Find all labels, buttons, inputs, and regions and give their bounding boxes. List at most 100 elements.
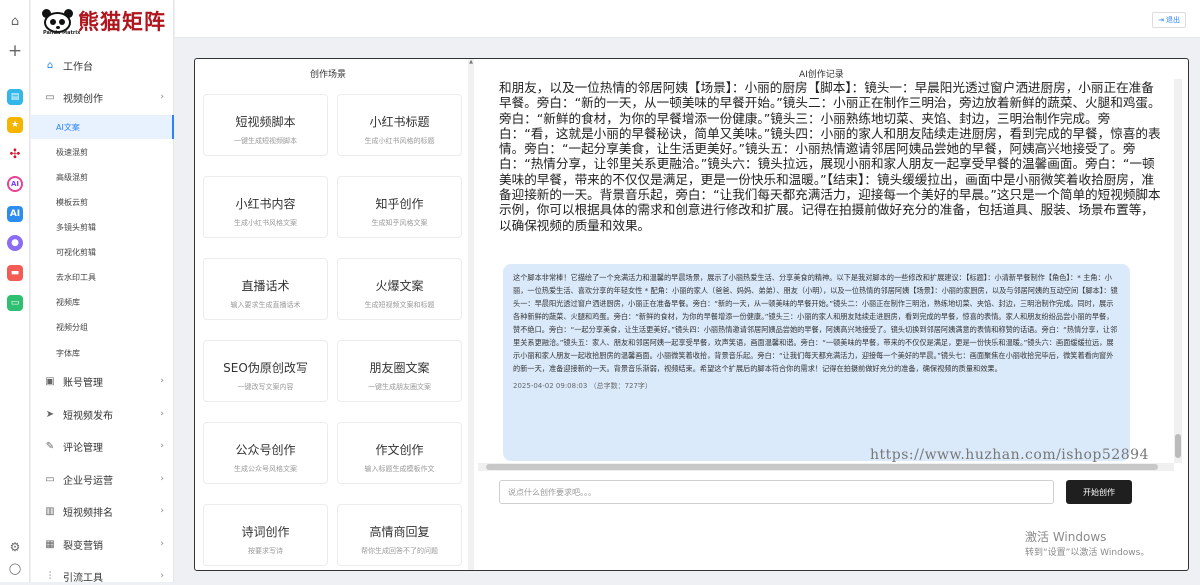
nav-video-creation-label: 视频创作 — [63, 93, 103, 105]
star-app-icon[interactable]: ★ — [7, 117, 23, 133]
sub-multi-camera[interactable]: 多镜头剪辑 — [31, 215, 174, 239]
dots-app-icon[interactable]: ✣ — [7, 146, 23, 162]
history-hscrollbar[interactable] — [478, 463, 1174, 471]
nav-enterprise-label: 企业号运营 — [63, 475, 113, 487]
scene-card-desc: 按要求写诗 — [248, 547, 283, 555]
settings-icon[interactable]: ⚙ — [7, 540, 23, 556]
nav-workbench-label: 工作台 — [63, 61, 93, 73]
nav-video-creation[interactable]: ▭ 视频创作 › — [31, 88, 174, 106]
chat-app-icon[interactable]: ● — [7, 235, 23, 251]
logout-icon: ⇥ — [1158, 16, 1164, 24]
windows-activation-hint: 转到“设置”以激活 Windows。 — [1025, 548, 1150, 558]
prompt-input[interactable]: 说点什么创作要求吧。。。 — [499, 480, 1054, 504]
send-icon: ➤ — [45, 408, 55, 420]
funnel-icon: ⫶ — [48, 570, 52, 582]
scene-card-hot-copy[interactable]: 火爆文案生成短视频文案和标题 — [337, 258, 462, 320]
sub-video-groups[interactable]: 视频分组 — [31, 315, 174, 339]
comment-icon: ✎ — [45, 440, 55, 452]
scene-card-xhs-title[interactable]: 小红书标题 生成小红书风格的标题 — [337, 94, 462, 156]
logout-button[interactable]: ⇥ 退出 — [1152, 12, 1186, 28]
message-timestamp: 2025-04-02 09:08:03 （总字数：727字） — [513, 382, 652, 390]
sub-advanced-mix[interactable]: 高级混剪 — [31, 165, 174, 189]
nav-workbench[interactable]: ⌂ 工作台 — [31, 56, 174, 74]
nav-ranking[interactable]: ▥ 短视频排名 › — [31, 502, 174, 520]
sub-visual-edit[interactable]: 可视化剪辑 — [31, 240, 174, 264]
ai-copy-panel: 创作场景 短视频脚本一键生成短视频脚本 小红书标题 生成小红书风格的标题 小红书内… — [194, 58, 1189, 571]
nav-comments-label: 评论管理 — [63, 442, 103, 454]
bar-chart-icon: ▥ — [45, 505, 55, 517]
ai-circle-icon[interactable]: AI — [7, 176, 23, 192]
nav-account-label: 账号管理 — [63, 377, 103, 389]
nav-viral[interactable]: ▦ 裂变营销 › — [31, 535, 174, 553]
gift-icon: ▦ — [45, 538, 55, 550]
scene-panel-title: 创作场景 — [310, 70, 347, 80]
scene-card-desc: 输入标题生成模板作文 — [364, 465, 435, 473]
history-list: 和朋友，以及一位热情的邻居阿姨【场景】：小丽的厨房【脚本】：镜头一：早晨阳光透过… — [482, 79, 1172, 463]
nav-account[interactable]: ▣ 账号管理 › — [31, 372, 174, 390]
chevron-right-icon: › — [160, 474, 164, 484]
nav-traffic[interactable]: ⫶ 引流工具 › — [31, 567, 174, 585]
sub-watermark-tool[interactable]: 去水印工具 — [31, 265, 174, 289]
scene-card-short-video-script[interactable]: 短视频脚本一键生成短视频脚本 — [203, 94, 328, 156]
scene-card-title: 小红书内容 — [235, 197, 296, 211]
chevron-right-icon: › — [160, 571, 164, 581]
scene-card-title: 朋友圈文案 — [369, 361, 430, 375]
sidebar: 熊猫矩阵 Panda Matrix ⌂ 工作台 ▭ 视频创作 › AI文案 极速… — [31, 0, 174, 585]
app-rail: ⌂ + ▤ ★ ✣ AI AI ● ▬ ▭ ⚙ ◯ — [0, 0, 30, 582]
sub-video-library[interactable]: 视频库 — [31, 290, 174, 314]
scroll-up-arrow-icon[interactable]: ▲ — [468, 59, 474, 67]
scene-card-poetry[interactable]: 诗词创作 按要求写诗 — [203, 504, 328, 566]
scene-card-desc: 生成公众号风格文案 — [234, 465, 297, 473]
scene-card-desc: 一键生成短视频脚本 — [234, 137, 297, 145]
nav-publish-label: 短视频发布 — [63, 410, 113, 422]
scene-card-zhihu[interactable]: 知乎创作 生成知乎风格文案 — [337, 176, 462, 238]
scene-panel-scrollbar[interactable]: ▲ — [468, 59, 474, 570]
app-blue-icon[interactable]: ▤ — [7, 89, 23, 105]
scene-card-title: 火爆文案 — [375, 279, 424, 293]
user-message-text: 这个脚本非常棒！它描绘了一个充满活力和温馨的早晨场景，展示了小丽热爱生活、分享美… — [513, 273, 1118, 373]
scene-card-xhs-content[interactable]: 小红书内容 生成小红书风格文案 — [203, 176, 328, 238]
nav-publish[interactable]: ➤ 短视频发布 › — [31, 405, 174, 423]
video-icon: ▭ — [45, 91, 55, 103]
scene-card-title: 短视频脚本 — [235, 115, 296, 129]
sub-fast-mix[interactable]: 极速混剪 — [31, 140, 174, 164]
scene-card-title: 小红书标题 — [369, 115, 430, 129]
scene-card-title: 公众号创作 — [235, 443, 296, 457]
history-scroll-thumb[interactable] — [1175, 434, 1181, 458]
home-icon[interactable]: ⌂ — [7, 14, 23, 30]
ai-reply-message: 和朋友，以及一位热情的邻居阿姨【场景】：小丽的厨房【脚本】：镜头一：早晨阳光透过… — [499, 80, 1161, 233]
card-app-icon[interactable]: ▭ — [7, 295, 23, 311]
scene-card-desc: 一键生成朋友圈文案 — [368, 383, 431, 391]
scene-card-official-account[interactable]: 公众号创作生成公众号风格文案 — [203, 422, 328, 484]
scene-card-live-script[interactable]: 直播话术 输入要求生成直播话术 — [203, 258, 328, 320]
start-creation-button[interactable]: 开始创作 — [1066, 480, 1132, 504]
sub-font-library[interactable]: 字体库 — [31, 341, 174, 365]
nav-enterprise[interactable]: ▭ 企业号运营 › — [31, 470, 174, 488]
scene-card-eq-reply[interactable]: 高情商回复 帮你生成回答不了的问题 — [337, 504, 462, 566]
history-panel: AI创作记录 和朋友，以及一位热情的邻居阿姨【场景】：小丽的厨房【脚本】：镜头一… — [478, 59, 1188, 570]
chevron-right-icon: › — [160, 441, 164, 451]
monitor-icon: ▭ — [45, 473, 55, 485]
sub-template-cloud[interactable]: 模板云剪 — [31, 190, 174, 214]
chevron-right-icon: › — [160, 409, 164, 419]
scene-card-seo-rewrite[interactable]: SEO伪原创改写 一键改写文案内容 — [203, 340, 328, 402]
sub-ai-copy[interactable]: AI文案 — [31, 115, 174, 139]
nav-comments[interactable]: ✎ 评论管理 › — [31, 437, 174, 455]
brand-name: 熊猫矩阵 — [78, 10, 166, 34]
home-nav-icon: ⌂ — [46, 59, 54, 71]
add-icon[interactable]: + — [7, 43, 23, 60]
scene-card-title: 直播话术 — [241, 279, 290, 293]
scene-card-desc: 生成短视频文案和标题 — [364, 301, 435, 309]
windows-activation-title: 激活 Windows — [1025, 530, 1107, 544]
nav-ranking-label: 短视频排名 — [63, 507, 113, 519]
user-message-bubble: 这个脚本非常棒！它描绘了一个充满活力和温馨的早晨场景，展示了小丽热爱生活、分享美… — [503, 264, 1130, 461]
scene-card-essay[interactable]: 作文创作 输入标题生成模板作文 — [337, 422, 462, 484]
logout-label: 退出 — [1166, 16, 1180, 24]
game-app-icon[interactable]: ▬ — [7, 265, 23, 281]
scene-card-desc: 一键改写文案内容 — [237, 383, 294, 391]
history-scrollbar[interactable] — [1174, 79, 1182, 463]
history-hscroll-thumb[interactable] — [486, 464, 1158, 470]
ai-app-icon[interactable]: AI — [7, 206, 23, 222]
user-icon[interactable]: ◯ — [7, 562, 23, 578]
scene-card-moments[interactable]: 朋友圈文案一键生成朋友圈文案 — [337, 340, 462, 402]
